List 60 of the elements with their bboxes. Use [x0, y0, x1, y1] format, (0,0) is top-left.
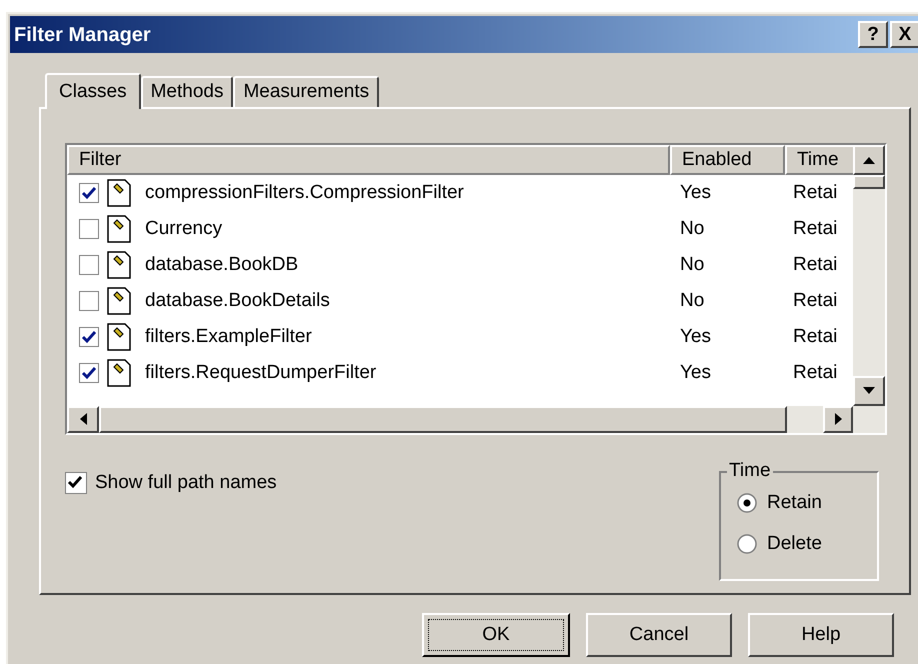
table-cell-text: Retai: [792, 252, 838, 277]
dialog-button[interactable]: Help: [748, 613, 894, 657]
checkbox[interactable]: [79, 255, 99, 275]
checkbox[interactable]: [79, 327, 99, 347]
table-cell-text: Retai: [792, 288, 838, 313]
dialog-button[interactable]: OK: [422, 613, 570, 657]
tab[interactable]: Measurements: [233, 76, 380, 107]
scroll-right-button[interactable]: [823, 406, 853, 433]
table-cell-text: filters.ExampleFilter: [145, 324, 312, 349]
table-cell-text: No: [679, 288, 706, 313]
checkbox[interactable]: [79, 183, 99, 203]
radio-button[interactable]: [737, 534, 757, 554]
table-cell-text: Currency: [145, 216, 222, 241]
window-title: Filter Manager: [14, 22, 152, 48]
table-cell-text: Yes: [679, 324, 712, 349]
column-header[interactable]: Enabled: [670, 145, 785, 175]
tab[interactable]: Methods: [140, 76, 234, 107]
scroll-up-button[interactable]: [853, 145, 885, 175]
help-button[interactable]: ?: [858, 21, 888, 48]
table-cell-text: Retai: [792, 180, 838, 205]
table-cell-text: No: [679, 252, 706, 277]
column-header[interactable]: Filter: [67, 145, 670, 175]
document-icon: [107, 323, 131, 351]
document-icon: [107, 251, 131, 279]
right-arrow-icon: [834, 413, 842, 426]
table-cell-text: Yes: [679, 360, 712, 385]
vertical-scrollbar[interactable]: [853, 145, 885, 406]
table-cell-text: Retai: [792, 324, 838, 349]
scroll-thumb[interactable]: [853, 175, 885, 189]
checkbox-label: Show full path names: [95, 471, 277, 495]
close-button[interactable]: X: [890, 21, 918, 48]
document-icon: [107, 359, 131, 387]
document-icon: [107, 179, 131, 207]
column-header[interactable]: Time: [785, 145, 853, 175]
down-arrow-icon: [863, 387, 875, 394]
radio-label: Retain: [767, 491, 822, 515]
document-icon: [107, 287, 131, 315]
up-arrow-icon: [863, 156, 875, 164]
table-cell-text: Yes: [679, 180, 712, 205]
radio-button[interactable]: [737, 493, 757, 514]
table-cell-text: database.BookDetails: [145, 288, 330, 313]
checkbox[interactable]: [79, 219, 99, 239]
table-cell-text: compressionFilters.CompressionFilter: [145, 180, 464, 205]
scroll-thumb[interactable]: [99, 406, 787, 433]
table-cell-text: Retai: [792, 360, 838, 385]
tab[interactable]: Classes: [45, 73, 141, 109]
table-cell-text: No: [679, 216, 706, 241]
left-arrow-icon: [80, 413, 86, 426]
document-icon: [107, 215, 131, 243]
checkbox[interactable]: [65, 472, 87, 494]
checkbox[interactable]: [79, 363, 99, 383]
dialog-button[interactable]: Cancel: [586, 613, 732, 657]
table-cell-text: database.BookDB: [145, 252, 298, 277]
checkbox[interactable]: [79, 291, 99, 311]
table-cell-text: filters.RequestDumperFilter: [145, 360, 376, 385]
table-cell-text: Retai: [792, 216, 838, 241]
horizontal-scrollbar[interactable]: [67, 406, 885, 433]
radio-label: Delete: [767, 532, 822, 556]
scroll-left-button[interactable]: [67, 406, 99, 433]
scroll-down-button[interactable]: [853, 376, 885, 406]
